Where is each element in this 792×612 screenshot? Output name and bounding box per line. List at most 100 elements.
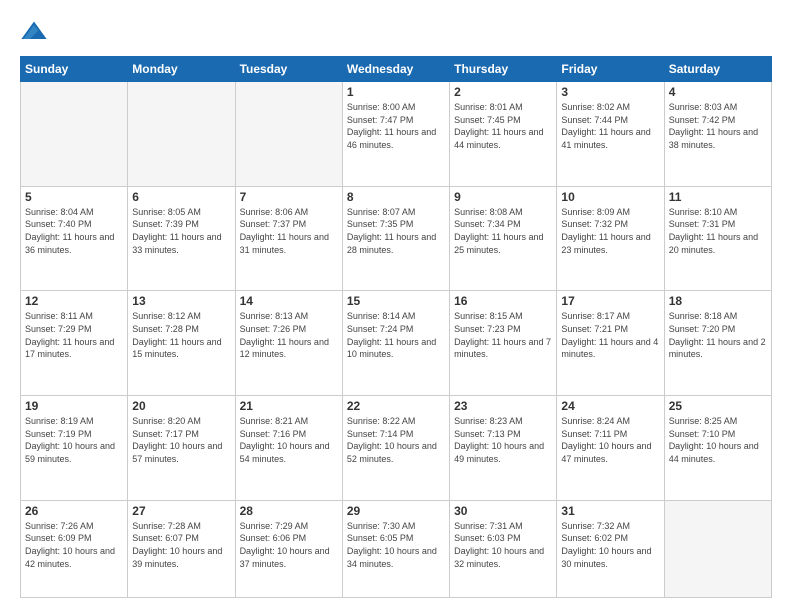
- calendar-week-row-1: 5 Sunrise: 8:04 AM Sunset: 7:40 PM Daylig…: [21, 186, 772, 291]
- calendar-cell: 10Sunrise: 8:09 AM Sunset: 7:32 PM Dayli…: [557, 186, 664, 291]
- weekday-header-tuesday: Tuesday: [235, 57, 342, 82]
- page: SundayMondayTuesdayWednesdayThursdayFrid…: [0, 0, 792, 612]
- day-info: Sunrise: 8:23 AM Sunset: 7:13 PM Dayligh…: [454, 415, 552, 465]
- calendar-cell: [235, 82, 342, 187]
- calendar-week-row-2: 12 Sunrise: 8:11 AM Sunset: 7:29 PM Dayli…: [21, 291, 772, 396]
- day-number: 7: [240, 190, 338, 204]
- day-number: 13: [132, 294, 230, 308]
- day-number: 9: [454, 190, 552, 204]
- day-info: Sunrise: 8:13 AM Sunset: 7:26 PM Dayligh…: [240, 310, 338, 360]
- day-info: Sunrise: 8:07 AM Sunset: 7:35 PM Dayligh…: [347, 206, 445, 256]
- weekday-header-saturday: Saturday: [664, 57, 771, 82]
- calendar-cell: 20Sunrise: 8:20 AM Sunset: 7:17 PM Dayli…: [128, 396, 235, 501]
- day-info: Sunrise: 8:25 AM Sunset: 7:10 PM Dayligh…: [669, 415, 767, 465]
- day-info: Sunrise: 8:14 AM Sunset: 7:24 PM Dayligh…: [347, 310, 445, 360]
- day-info: Sunrise: 7:31 AM Sunset: 6:03 PM Dayligh…: [454, 520, 552, 570]
- day-number: 10: [561, 190, 659, 204]
- calendar-cell: 23 Sunrise: 8:23 AM Sunset: 7:13 PM Dayli…: [450, 396, 557, 501]
- day-number: 23: [454, 399, 552, 413]
- calendar-cell: [128, 82, 235, 187]
- day-info: Sunrise: 8:17 AM Sunset: 7:21 PM Dayligh…: [561, 310, 659, 360]
- calendar-cell: 9 Sunrise: 8:08 AM Sunset: 7:34 PM Daylig…: [450, 186, 557, 291]
- weekday-header-monday: Monday: [128, 57, 235, 82]
- day-info: Sunrise: 8:08 AM Sunset: 7:34 PM Dayligh…: [454, 206, 552, 256]
- calendar-cell: 13 Sunrise: 8:12 AM Sunset: 7:28 PM Dayli…: [128, 291, 235, 396]
- day-number: 29: [347, 504, 445, 518]
- day-info: Sunrise: 8:04 AM Sunset: 7:40 PM Dayligh…: [25, 206, 123, 256]
- day-info: Sunrise: 7:29 AM Sunset: 6:06 PM Dayligh…: [240, 520, 338, 570]
- day-info: Sunrise: 7:30 AM Sunset: 6:05 PM Dayligh…: [347, 520, 445, 570]
- day-number: 1: [347, 85, 445, 99]
- calendar-cell: 3Sunrise: 8:02 AM Sunset: 7:44 PM Daylig…: [557, 82, 664, 187]
- day-info: Sunrise: 8:12 AM Sunset: 7:28 PM Dayligh…: [132, 310, 230, 360]
- calendar-cell: 22 Sunrise: 8:22 AM Sunset: 7:14 PM Dayli…: [342, 396, 449, 501]
- day-number: 17: [561, 294, 659, 308]
- day-number: 27: [132, 504, 230, 518]
- calendar-cell: 29 Sunrise: 7:30 AM Sunset: 6:05 PM Dayli…: [342, 500, 449, 597]
- calendar-cell: 11 Sunrise: 8:10 AM Sunset: 7:31 PM Dayli…: [664, 186, 771, 291]
- calendar-cell: 19 Sunrise: 8:19 AM Sunset: 7:19 PM Dayli…: [21, 396, 128, 501]
- logo-icon: [20, 18, 48, 46]
- calendar-cell: 6 Sunrise: 8:05 AM Sunset: 7:39 PM Daylig…: [128, 186, 235, 291]
- calendar-cell: 26 Sunrise: 7:26 AM Sunset: 6:09 PM Dayli…: [21, 500, 128, 597]
- weekday-header-wednesday: Wednesday: [342, 57, 449, 82]
- day-number: 26: [25, 504, 123, 518]
- calendar-cell: 24 Sunrise: 8:24 AM Sunset: 7:11 PM Dayli…: [557, 396, 664, 501]
- calendar-cell: 8 Sunrise: 8:07 AM Sunset: 7:35 PM Daylig…: [342, 186, 449, 291]
- day-info: Sunrise: 8:10 AM Sunset: 7:31 PM Dayligh…: [669, 206, 767, 256]
- calendar-table: SundayMondayTuesdayWednesdayThursdayFrid…: [20, 56, 772, 598]
- day-number: 20: [132, 399, 230, 413]
- calendar-cell: 28 Sunrise: 7:29 AM Sunset: 6:06 PM Dayli…: [235, 500, 342, 597]
- calendar-week-row-0: 1 Sunrise: 8:00 AM Sunset: 7:47 PM Daylig…: [21, 82, 772, 187]
- day-number: 4: [669, 85, 767, 99]
- day-number: 11: [669, 190, 767, 204]
- day-number: 12: [25, 294, 123, 308]
- calendar-cell: [21, 82, 128, 187]
- day-info: Sunrise: 8:02 AM Sunset: 7:44 PM Dayligh…: [561, 101, 659, 151]
- day-info: Sunrise: 8:05 AM Sunset: 7:39 PM Dayligh…: [132, 206, 230, 256]
- day-info: Sunrise: 8:00 AM Sunset: 7:47 PM Dayligh…: [347, 101, 445, 151]
- calendar-week-row-4: 26 Sunrise: 7:26 AM Sunset: 6:09 PM Dayli…: [21, 500, 772, 597]
- day-info: Sunrise: 8:21 AM Sunset: 7:16 PM Dayligh…: [240, 415, 338, 465]
- calendar-cell: 15 Sunrise: 8:14 AM Sunset: 7:24 PM Dayli…: [342, 291, 449, 396]
- calendar-cell: 5 Sunrise: 8:04 AM Sunset: 7:40 PM Daylig…: [21, 186, 128, 291]
- logo: [20, 18, 52, 46]
- day-number: 21: [240, 399, 338, 413]
- calendar-cell: 14 Sunrise: 8:13 AM Sunset: 7:26 PM Dayli…: [235, 291, 342, 396]
- day-number: 28: [240, 504, 338, 518]
- day-info: Sunrise: 7:32 AM Sunset: 6:02 PM Dayligh…: [561, 520, 659, 570]
- day-number: 25: [669, 399, 767, 413]
- calendar-cell: 27Sunrise: 7:28 AM Sunset: 6:07 PM Dayli…: [128, 500, 235, 597]
- day-number: 31: [561, 504, 659, 518]
- calendar-cell: [664, 500, 771, 597]
- weekday-header-thursday: Thursday: [450, 57, 557, 82]
- calendar-cell: 17 Sunrise: 8:17 AM Sunset: 7:21 PM Dayli…: [557, 291, 664, 396]
- day-info: Sunrise: 8:24 AM Sunset: 7:11 PM Dayligh…: [561, 415, 659, 465]
- day-number: 19: [25, 399, 123, 413]
- day-number: 2: [454, 85, 552, 99]
- calendar-cell: 21 Sunrise: 8:21 AM Sunset: 7:16 PM Dayli…: [235, 396, 342, 501]
- day-info: Sunrise: 8:06 AM Sunset: 7:37 PM Dayligh…: [240, 206, 338, 256]
- calendar-cell: 4 Sunrise: 8:03 AM Sunset: 7:42 PM Daylig…: [664, 82, 771, 187]
- calendar-cell: 30 Sunrise: 7:31 AM Sunset: 6:03 PM Dayli…: [450, 500, 557, 597]
- day-info: Sunrise: 8:03 AM Sunset: 7:42 PM Dayligh…: [669, 101, 767, 151]
- calendar-cell: 25 Sunrise: 8:25 AM Sunset: 7:10 PM Dayli…: [664, 396, 771, 501]
- day-number: 22: [347, 399, 445, 413]
- header: [20, 18, 772, 46]
- calendar-cell: 2 Sunrise: 8:01 AM Sunset: 7:45 PM Daylig…: [450, 82, 557, 187]
- day-number: 14: [240, 294, 338, 308]
- day-number: 5: [25, 190, 123, 204]
- day-number: 8: [347, 190, 445, 204]
- day-info: Sunrise: 8:11 AM Sunset: 7:29 PM Dayligh…: [25, 310, 123, 360]
- day-info: Sunrise: 8:01 AM Sunset: 7:45 PM Dayligh…: [454, 101, 552, 151]
- day-number: 30: [454, 504, 552, 518]
- calendar-cell: 12 Sunrise: 8:11 AM Sunset: 7:29 PM Dayli…: [21, 291, 128, 396]
- calendar-cell: 16Sunrise: 8:15 AM Sunset: 7:23 PM Dayli…: [450, 291, 557, 396]
- day-number: 6: [132, 190, 230, 204]
- day-number: 15: [347, 294, 445, 308]
- day-info: Sunrise: 7:26 AM Sunset: 6:09 PM Dayligh…: [25, 520, 123, 570]
- day-info: Sunrise: 8:19 AM Sunset: 7:19 PM Dayligh…: [25, 415, 123, 465]
- day-number: 24: [561, 399, 659, 413]
- weekday-header-row: SundayMondayTuesdayWednesdayThursdayFrid…: [21, 57, 772, 82]
- day-info: Sunrise: 8:22 AM Sunset: 7:14 PM Dayligh…: [347, 415, 445, 465]
